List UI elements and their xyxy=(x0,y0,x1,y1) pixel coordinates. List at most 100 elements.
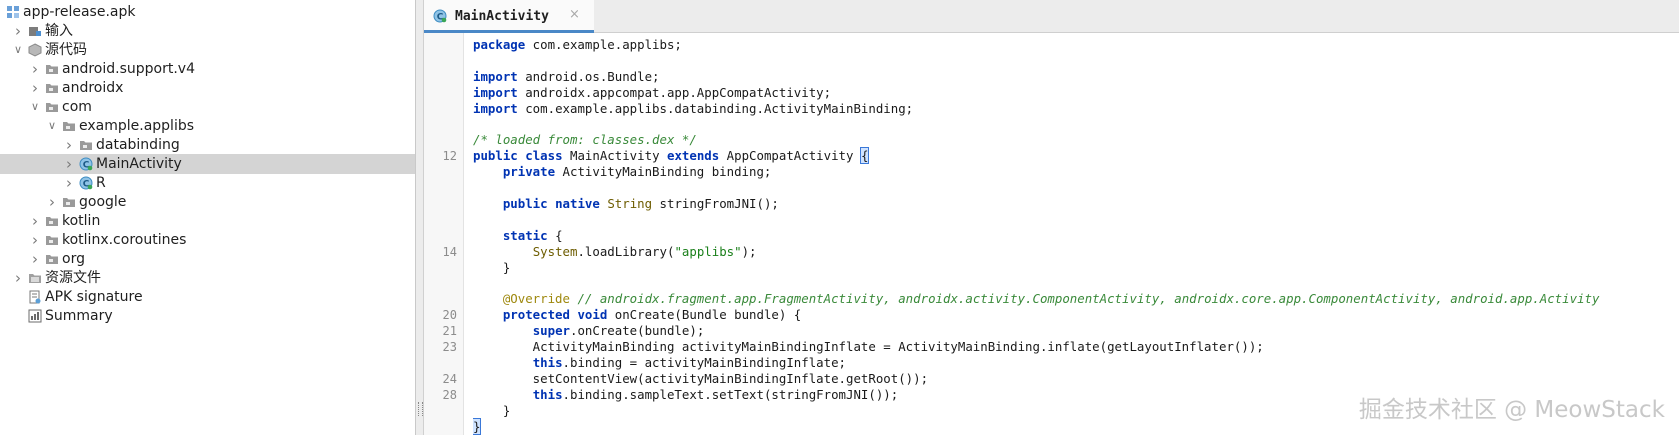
tree-item-label: example.applibs xyxy=(79,118,195,134)
code-line: import androidx.appcompat.app.AppCompatA… xyxy=(473,85,831,101)
watermark: 掘金技术社区 @ MeowStack xyxy=(1358,397,1665,423)
code-keyword: public xyxy=(473,148,518,164)
apk-icon xyxy=(6,5,20,19)
chevron-right-icon[interactable]: › xyxy=(29,249,41,269)
code-token: setContentView(activityMainBindingInflat… xyxy=(473,370,929,386)
chevron-right-icon[interactable]: › xyxy=(12,268,24,288)
code-token: "applibs" xyxy=(674,243,742,259)
tree-item-r[interactable]: › C R xyxy=(0,173,415,193)
package-icon xyxy=(79,138,93,152)
chevron-right-icon[interactable]: › xyxy=(46,192,58,212)
line-number: 24 xyxy=(442,371,457,386)
code-content[interactable]: package com.example.applibs; import andro… xyxy=(473,37,1679,435)
package-icon xyxy=(45,252,59,266)
chevron-down-icon[interactable]: ∨ xyxy=(46,116,58,136)
code-line: System.loadLibrary("applibs"); xyxy=(473,244,757,260)
tree-item-databinding[interactable]: › databinding xyxy=(0,135,415,155)
code-keyword: protected xyxy=(502,307,570,323)
tree-item-label: MainActivity xyxy=(96,156,182,172)
code-keyword: this xyxy=(532,386,563,402)
chevron-right-icon[interactable]: › xyxy=(63,173,75,193)
code-line: import android.os.Bundle; xyxy=(473,69,660,85)
package-icon xyxy=(62,119,76,133)
code-token: System xyxy=(532,243,578,259)
code-token: String xyxy=(607,196,653,211)
tree-item-label: com xyxy=(62,99,92,115)
tree-item-app-release-apk[interactable]: app-release.apk xyxy=(0,2,415,22)
code-editor[interactable]: C MainActivity × 12 14 20 21 23 24 28 package … xyxy=(424,0,1679,435)
code-token: } xyxy=(473,259,511,275)
code-keyword: import xyxy=(473,84,518,100)
code-token: ActivityMainBinding binding; xyxy=(555,164,772,180)
input-icon xyxy=(28,24,42,38)
tree-item-label: 资源文件 xyxy=(45,270,101,286)
tree-item-google[interactable]: › google xyxy=(0,192,415,212)
tree-item-android-support-v4[interactable]: › android.support.v4 xyxy=(0,59,415,79)
code-token: .onCreate(bundle); xyxy=(570,323,705,339)
code-token: com.example.applibs; xyxy=(525,37,682,52)
chevron-right-icon[interactable]: › xyxy=(29,211,41,231)
code-token: AppCompatActivity xyxy=(719,148,861,164)
tree-item-example-applibs[interactable]: ∨ example.applibs xyxy=(0,116,415,136)
panel-splitter[interactable] xyxy=(416,0,424,435)
tab-mainactivity[interactable]: C MainActivity × xyxy=(424,0,594,33)
code-line: static { xyxy=(473,228,563,244)
code-token: MainActivity xyxy=(562,148,667,164)
code-comment: // androidx.fragment.app.FragmentActivit… xyxy=(577,291,1600,307)
code-line: ActivityMainBinding activityMainBindingI… xyxy=(473,339,1264,355)
line-number: 20 xyxy=(442,308,457,323)
tree-item-summary[interactable]: Summary xyxy=(0,306,415,326)
code-keyword: public xyxy=(502,196,548,211)
splitter-grip-icon[interactable] xyxy=(418,402,423,416)
tree-item-资源文件[interactable]: › 资源文件 xyxy=(0,268,415,288)
chevron-right-icon[interactable]: › xyxy=(63,135,75,155)
chevron-right-icon[interactable]: › xyxy=(63,154,75,174)
code-line: super.onCreate(bundle); xyxy=(473,323,705,339)
tree-item-输入[interactable]: › 输入 xyxy=(0,21,415,41)
tree-item-androidx[interactable]: › androidx xyxy=(0,78,415,98)
tree-item-label: 输入 xyxy=(45,23,73,39)
tree-item-mainactivity[interactable]: › C MainActivity xyxy=(0,154,415,174)
chevron-right-icon[interactable]: › xyxy=(12,21,24,41)
code-token: .binding.sampleText.setText(stringFromJN… xyxy=(562,386,899,402)
class-icon: C xyxy=(79,157,93,171)
code-line: } xyxy=(473,417,482,435)
tree-item-apk-signature[interactable]: APK signature xyxy=(0,287,415,307)
code-line: public native String stringFromJNI(); xyxy=(473,196,779,212)
chevron-down-icon[interactable]: ∨ xyxy=(29,97,41,117)
code-keyword: static xyxy=(502,227,548,243)
tree-item-label: Summary xyxy=(45,308,113,324)
package-icon xyxy=(45,100,59,114)
tree-item-label: androidx xyxy=(62,80,124,96)
code-keyword: native xyxy=(555,196,600,211)
project-tree[interactable]: app-release.apk › 输入 ∨ 源代码 › android.support.v… xyxy=(0,0,416,435)
tree-item-label: databinding xyxy=(96,137,180,153)
chevron-down-icon[interactable]: ∨ xyxy=(12,40,24,60)
tab-close-icon[interactable]: × xyxy=(569,7,580,22)
code-keyword: super xyxy=(532,323,570,339)
tree-item-kotlin[interactable]: › kotlin xyxy=(0,211,415,231)
package-icon xyxy=(45,233,59,247)
tree-item-label: android.support.v4 xyxy=(62,61,195,77)
tree-item-kotlinx-coroutines[interactable]: › kotlinx.coroutines xyxy=(0,230,415,250)
chevron-right-icon[interactable]: › xyxy=(29,59,41,79)
tree-item-label: org xyxy=(62,251,85,267)
class-icon: C xyxy=(433,9,447,23)
tree-item-label: kotlinx.coroutines xyxy=(62,232,187,248)
package-icon xyxy=(62,195,76,209)
chevron-right-icon[interactable]: › xyxy=(29,230,41,250)
code-line: package com.example.applibs; xyxy=(473,37,682,53)
code-token: .binding = activityMainBindingInflate; xyxy=(562,355,847,370)
line-number: 21 xyxy=(442,324,457,339)
tree-item-com[interactable]: ∨ com xyxy=(0,97,415,117)
code-line: protected void onCreate(Bundle bundle) { xyxy=(473,307,801,323)
chevron-right-icon[interactable]: › xyxy=(29,78,41,98)
tree-item-源代码[interactable]: ∨ 源代码 xyxy=(0,40,415,60)
tree-item-org[interactable]: › org xyxy=(0,249,415,269)
editor-tab-bar: C MainActivity × xyxy=(424,0,1679,33)
